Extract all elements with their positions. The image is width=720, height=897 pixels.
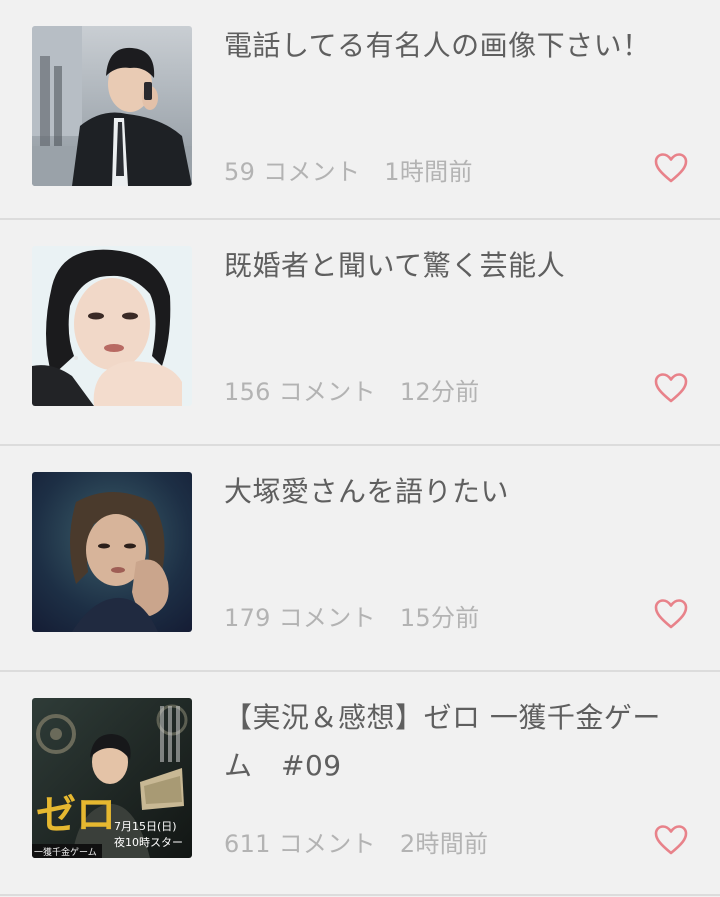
posted-time: 2時間前 [399, 830, 489, 858]
woman-dark-portrait-photo [32, 472, 192, 632]
heart-outline-icon[interactable] [654, 372, 688, 404]
topic-title[interactable]: 電話してる有名人の画像下さい！ [224, 22, 664, 70]
heart-outline-icon[interactable] [654, 824, 688, 856]
topic-meta: 179 コメント 15分前 [224, 598, 480, 633]
heart-outline-icon[interactable] [654, 598, 688, 630]
woman-portrait-photo [32, 246, 192, 406]
posted-time: 1時間前 [384, 158, 473, 186]
heart-outline-icon[interactable] [654, 152, 688, 184]
comment-count: 156 コメント [224, 378, 376, 406]
topic-title[interactable]: 【実況＆感想】ゼロ 一獲千金ゲーム #09 [224, 694, 664, 790]
comment-count: 611 コメント [224, 830, 376, 858]
topic-meta: 156 コメント 12分前 [224, 372, 480, 407]
comment-count: 59 コメント [224, 158, 361, 186]
comment-count: 179 コメント [224, 604, 376, 632]
svg-text:ゼロ: ゼロ [36, 791, 116, 838]
topic-thumbnail[interactable] [32, 472, 192, 632]
drama-poster: ゼロ 一獲千金ゲーム 7月15日(日) 夜10時スター [32, 698, 192, 858]
svg-text:夜10時スター: 夜10時スター [114, 835, 183, 849]
svg-text:一獲千金ゲーム: 一獲千金ゲーム [34, 846, 97, 858]
topic-title[interactable]: 大塚愛さんを語りたい [224, 468, 664, 516]
topic-thumbnail[interactable]: ゼロ 一獲千金ゲーム 7月15日(日) 夜10時スター [32, 698, 192, 858]
topic-meta: 611 コメント 2時間前 [224, 824, 488, 859]
posted-time: 12分前 [399, 378, 480, 406]
topic-item[interactable]: 既婚者と聞いて驚く芸能人 156 コメント 12分前 [0, 220, 720, 446]
topic-thumbnail[interactable] [32, 246, 192, 406]
topic-title[interactable]: 既婚者と聞いて驚く芸能人 [224, 242, 664, 290]
topic-thumbnail[interactable] [32, 26, 192, 186]
topic-item[interactable]: ゼロ 一獲千金ゲーム 7月15日(日) 夜10時スター 【実況＆感想】ゼロ 一獲… [0, 672, 720, 896]
topic-meta: 59 コメント 1時間前 [224, 152, 473, 187]
topic-list: 電話してる有名人の画像下さい！ 59 コメント 1時間前 既婚者と聞いて驚く芸能… [0, 0, 720, 896]
svg-text:7月15日(日): 7月15日(日) [114, 820, 177, 833]
topic-item[interactable]: 電話してる有名人の画像下さい！ 59 コメント 1時間前 [0, 0, 720, 220]
topic-item[interactable]: 大塚愛さんを語りたい 179 コメント 15分前 [0, 446, 720, 672]
man-on-phone-photo [32, 26, 192, 186]
posted-time: 15分前 [399, 604, 480, 632]
